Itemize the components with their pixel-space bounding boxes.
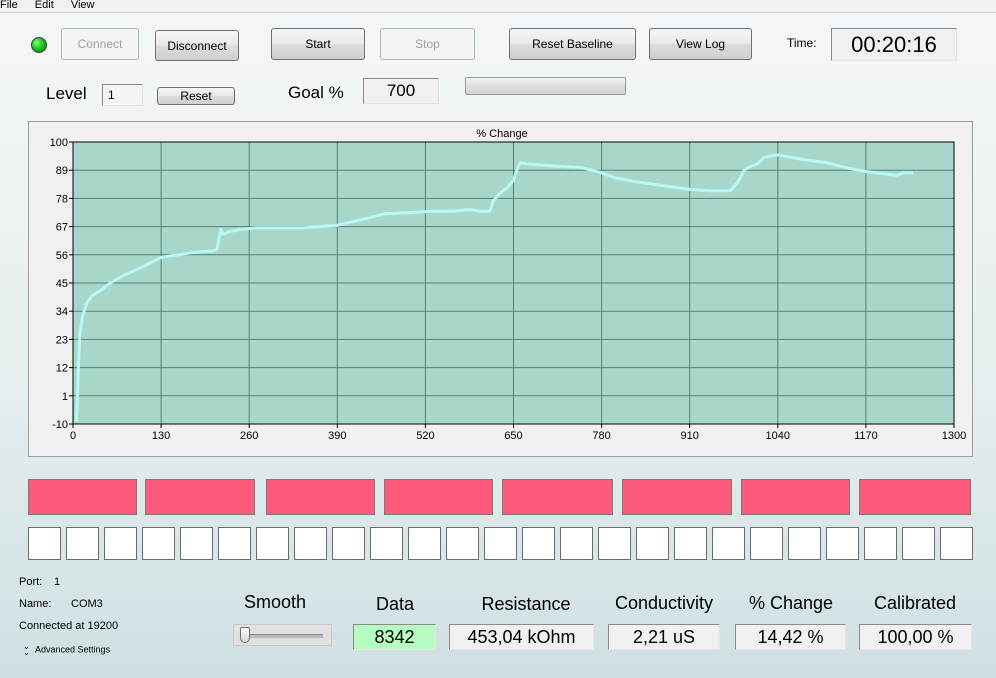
goal-progress-bar xyxy=(465,77,626,95)
x-tick-label: 1300 xyxy=(942,430,966,442)
conductivity-label: Conductivity xyxy=(614,593,714,613)
x-tick-label: 260 xyxy=(240,430,258,442)
smooth-slider-thumb[interactable] xyxy=(240,627,250,643)
level-indicator-cell xyxy=(142,527,175,560)
goal-display: 700 xyxy=(363,78,439,104)
x-tick-label: 0 xyxy=(70,430,76,442)
resistance-value: 453,04 kOhm xyxy=(449,624,594,650)
calibrated-value: 100,00 % xyxy=(859,624,972,650)
threshold-indicator-segment xyxy=(622,479,732,515)
level-indicator-cell xyxy=(218,527,251,560)
threshold-indicator-segment xyxy=(741,479,850,515)
level-indicator-cell xyxy=(104,527,137,560)
level-indicator-cell xyxy=(598,527,631,560)
view-log-button[interactable]: View Log xyxy=(649,28,752,60)
x-tick-label: 1170 xyxy=(854,430,878,442)
calibrated-label: Calibrated xyxy=(873,593,957,613)
x-tick-label: 650 xyxy=(504,430,522,442)
disconnect-button[interactable]: Disconnect xyxy=(155,30,239,61)
threshold-indicator-segment xyxy=(502,479,613,515)
smooth-slider[interactable] xyxy=(233,624,332,646)
level-indicator-cell xyxy=(180,527,213,560)
data-value: 8342 xyxy=(353,624,436,650)
menu-bar: File Edit View xyxy=(0,0,996,13)
connection-status-icon xyxy=(31,37,47,53)
x-tick-label: 390 xyxy=(328,430,346,442)
threshold-indicator-segment xyxy=(28,479,137,515)
port-value: 1 xyxy=(54,576,61,588)
y-tick-label: 34 xyxy=(56,306,68,318)
connect-button[interactable]: Connect xyxy=(61,28,139,60)
data-label: Data xyxy=(375,594,415,614)
advanced-settings-label: Advanced Settings xyxy=(35,644,111,655)
y-tick-label: 23 xyxy=(56,334,68,346)
resistance-label: Resistance xyxy=(481,594,571,614)
connection-status-text: Connected at 19200 xyxy=(19,620,119,632)
threshold-indicator-segment xyxy=(145,479,255,515)
smooth-label: Smooth xyxy=(243,592,307,612)
y-tick-label: 78 xyxy=(56,193,68,205)
name-label: Name: xyxy=(19,598,52,610)
y-tick-label: 100 xyxy=(50,137,68,149)
level-indicator-cell xyxy=(484,527,517,560)
level-indicator-cell xyxy=(28,527,61,560)
level-indicator-cell xyxy=(864,527,897,560)
y-tick-label: 1 xyxy=(62,391,68,403)
level-reset-button[interactable]: Reset xyxy=(157,87,235,105)
y-tick-label: 12 xyxy=(56,363,68,375)
name-value: COM3 xyxy=(71,598,103,610)
advanced-settings-toggle[interactable]: ⌄ ⌄ Advanced Settings xyxy=(23,642,111,657)
threshold-indicator-segment xyxy=(384,479,493,515)
level-indicator-cell xyxy=(370,527,403,560)
threshold-indicator-segment xyxy=(266,479,375,515)
level-indicator-cell xyxy=(788,527,821,560)
conductivity-value: 2,21 uS xyxy=(608,624,720,650)
level-indicator-cell xyxy=(408,527,441,560)
x-tick-label: 520 xyxy=(416,430,434,442)
chart-canvas: % Change 0 130 260 390 520 650 780 910 1040 1170 1… xyxy=(50,128,967,442)
percent-change-label: % Change xyxy=(748,593,834,613)
y-tick-label: 56 xyxy=(56,250,68,262)
percent-change-chart: % Change 0 130 260 390 520 650 780 910 1040 1170 1… xyxy=(28,121,973,457)
y-tick-label: -10 xyxy=(52,419,68,431)
level-indicator-cell xyxy=(446,527,479,560)
level-indicator-cell xyxy=(750,527,783,560)
menu-view[interactable]: View xyxy=(71,0,95,11)
level-input[interactable]: 1 xyxy=(102,84,143,106)
x-tick-label: 130 xyxy=(152,430,170,442)
menu-file[interactable]: File xyxy=(0,0,18,11)
start-button[interactable]: Start xyxy=(271,28,365,60)
time-label: Time: xyxy=(787,36,817,50)
level-indicator-cell xyxy=(294,527,327,560)
percent-change-value: 14,42 % xyxy=(735,624,846,650)
level-indicator-cell xyxy=(902,527,935,560)
x-tick-label: 780 xyxy=(592,430,610,442)
reset-baseline-button[interactable]: Reset Baseline xyxy=(509,28,636,60)
menu-edit[interactable]: Edit xyxy=(35,0,54,11)
double-chevron-down-icon: ⌄ ⌄ xyxy=(23,642,30,657)
level-indicator-cell xyxy=(674,527,707,560)
level-indicator-cell xyxy=(560,527,593,560)
level-indicator-cell xyxy=(636,527,669,560)
x-tick-label: 910 xyxy=(681,430,699,442)
time-display: 00:20:16 xyxy=(831,28,957,61)
level-indicator-cell xyxy=(712,527,745,560)
goal-label: Goal % xyxy=(288,83,344,102)
y-tick-label: 45 xyxy=(56,278,68,290)
level-indicator-cell xyxy=(826,527,859,560)
level-label: Level xyxy=(46,84,87,103)
stop-button[interactable]: Stop xyxy=(380,28,475,60)
threshold-indicator-segment xyxy=(859,479,971,515)
smooth-slider-track xyxy=(242,634,323,638)
y-tick-label: 67 xyxy=(56,222,68,234)
level-indicator-cell xyxy=(940,527,973,560)
level-indicator-cell xyxy=(256,527,289,560)
level-indicator-cell xyxy=(66,527,99,560)
level-indicator-cell xyxy=(332,527,365,560)
y-tick-label: 89 xyxy=(56,165,68,177)
x-tick-label: 1040 xyxy=(766,430,790,442)
chart-title: % Change xyxy=(476,128,527,140)
level-indicator-cell xyxy=(522,527,555,560)
port-label: Port: xyxy=(19,576,43,588)
